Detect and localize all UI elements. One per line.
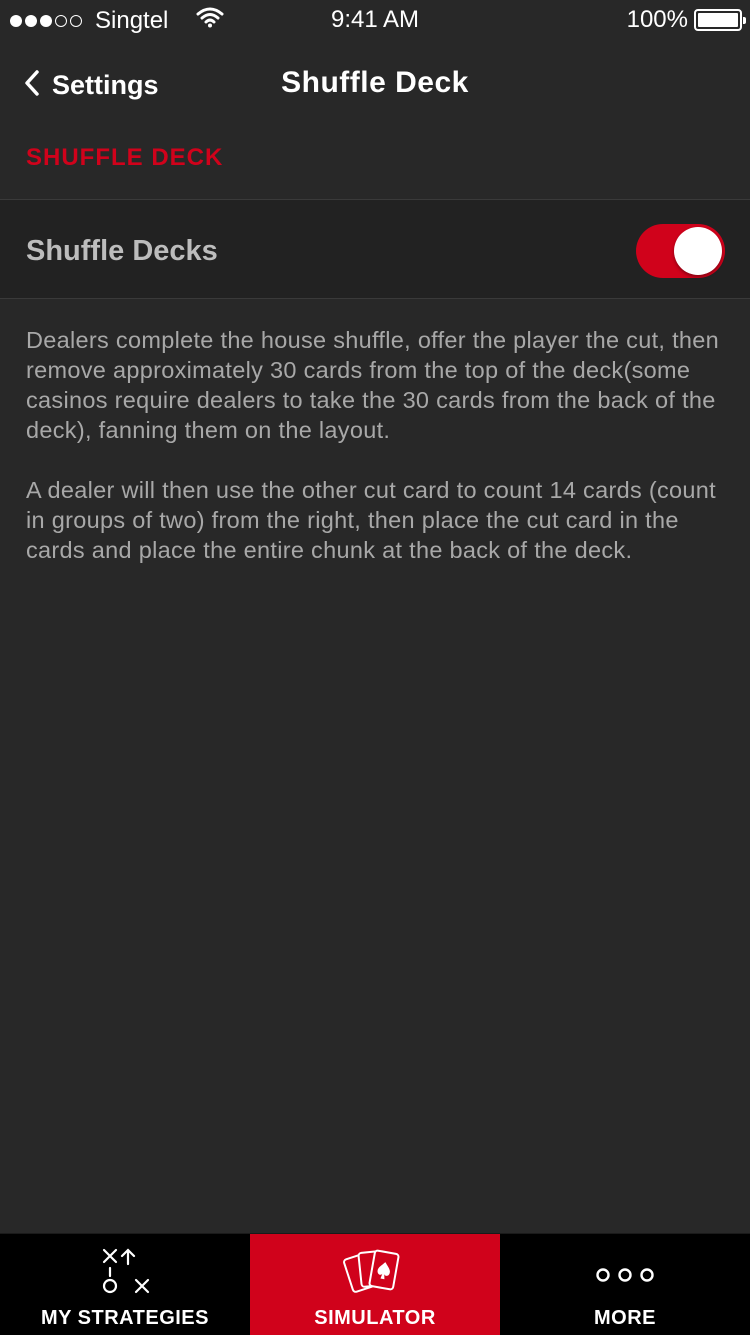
navigation-bar: Settings Shuffle Deck	[0, 40, 750, 130]
strategy-play-icon	[0, 1246, 250, 1298]
shuffle-decks-label: Shuffle Decks	[26, 235, 218, 267]
tab-my-strategies[interactable]: MY STRATEGIES	[0, 1234, 250, 1335]
description-paragraph: Dealers complete the house shuffle, offe…	[26, 327, 720, 443]
status-bar: Singtel 9:41 AM 100%	[0, 0, 750, 40]
tab-label: MORE	[594, 1307, 656, 1329]
description: Dealers complete the house shuffle, offe…	[26, 325, 726, 595]
shuffle-decks-row: Shuffle Decks	[0, 199, 750, 299]
tab-more[interactable]: MORE	[500, 1234, 750, 1335]
battery-percent: 100%	[626, 6, 688, 33]
tab-simulator[interactable]: SIMULATOR	[250, 1234, 500, 1335]
status-right: 100%	[626, 6, 746, 34]
more-dots-icon	[500, 1246, 750, 1298]
playing-cards-icon	[250, 1246, 500, 1300]
page-title: Shuffle Deck	[281, 66, 469, 99]
tab-label: MY STRATEGIES	[40, 1307, 209, 1329]
description-paragraph: A dealer will then use the other cut car…	[26, 477, 716, 563]
toggle-knob	[674, 227, 722, 275]
battery-icon	[694, 9, 746, 31]
shuffle-decks-toggle[interactable]	[636, 224, 725, 278]
tab-label: SIMULATOR	[314, 1307, 436, 1329]
section-header: SHUFFLE DECK	[26, 144, 224, 171]
tab-bar: MY STRATEGIES SIMULATOR MORE	[0, 1233, 750, 1335]
